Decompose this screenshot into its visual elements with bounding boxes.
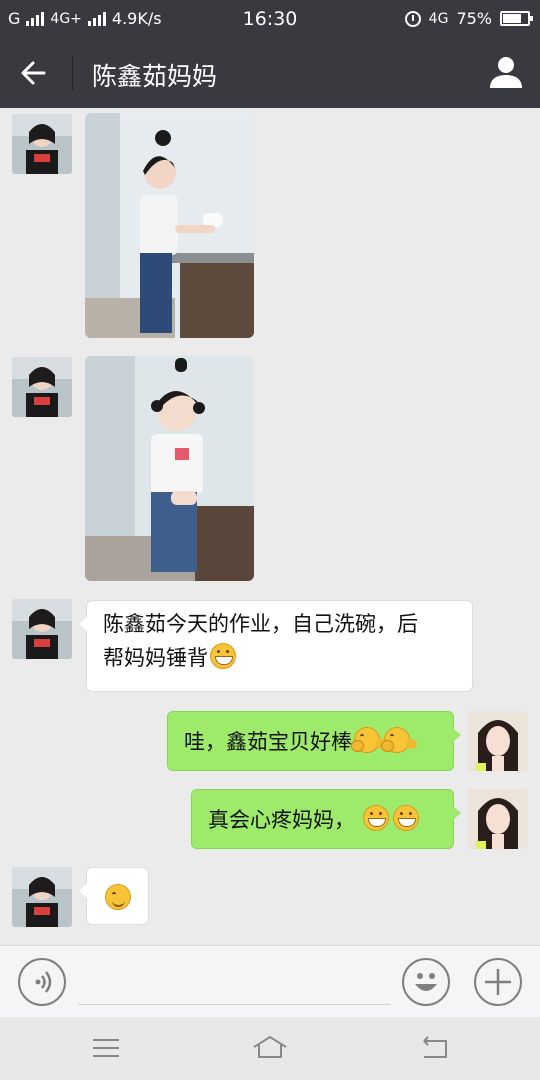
hug-emoji-icon	[351, 727, 380, 753]
message-bubble-outgoing[interactable]: 真会心疼妈妈，	[191, 789, 461, 849]
grin-emoji-icon	[393, 805, 419, 831]
message-text: 哇，鑫茹宝贝好棒	[184, 730, 352, 754]
plus-icon[interactable]	[474, 958, 522, 1006]
network-type-label: 4G	[428, 10, 449, 27]
voice-icon[interactable]	[18, 958, 66, 1006]
contact-avatar[interactable]	[12, 357, 72, 417]
contact-avatar[interactable]	[12, 867, 72, 927]
grin-emoji-icon	[363, 805, 389, 831]
message-input[interactable]	[78, 1004, 390, 1005]
user-avatar[interactable]	[468, 711, 528, 771]
alarm-icon	[404, 10, 421, 27]
message-line: 陈鑫茹今天的作业，自己洗碗，后	[103, 612, 418, 636]
menu-icon[interactable]	[88, 1033, 124, 1063]
battery-icon	[500, 11, 533, 26]
chat-header: 陈鑫茹妈妈	[0, 38, 540, 108]
emoji-icon[interactable]	[402, 958, 450, 1006]
photo-message[interactable]	[85, 356, 254, 581]
person-icon[interactable]	[486, 52, 526, 92]
return-icon[interactable]	[416, 1033, 452, 1063]
message-bubble-outgoing[interactable]: 哇，鑫茹宝贝好棒	[167, 711, 461, 771]
message-line: 帮妈妈锤背	[103, 641, 456, 675]
system-nav-bar	[0, 1017, 540, 1080]
header-divider	[72, 56, 73, 90]
input-bar	[0, 945, 540, 1017]
battery-percent: 75%	[456, 9, 492, 28]
message-line-text: 帮妈妈锤背	[103, 646, 208, 670]
smile-emoji-icon	[105, 884, 131, 910]
message-bubble-incoming[interactable]: 陈鑫茹今天的作业，自己洗碗，后 帮妈妈锤背	[79, 600, 473, 692]
chat-title: 陈鑫茹妈妈	[92, 62, 218, 91]
chat-area[interactable]: 陈鑫茹今天的作业，自己洗碗，后 帮妈妈锤背 哇，鑫茹宝贝好棒 真会心疼妈妈，	[0, 108, 540, 945]
grin-emoji-icon	[210, 643, 236, 669]
user-avatar[interactable]	[468, 789, 528, 849]
message-bubble-incoming[interactable]	[79, 867, 149, 925]
back-arrow-icon[interactable]	[14, 52, 58, 94]
status-right: 4G 75%	[404, 9, 533, 28]
home-icon[interactable]	[252, 1033, 288, 1063]
message-text: 真会心疼妈妈，	[208, 808, 355, 832]
hug-emoji-icon	[381, 727, 410, 753]
contact-avatar[interactable]	[12, 599, 72, 659]
status-bar: G 4G+ 4.9K/s 16:30 4G 75%	[0, 0, 540, 38]
contact-avatar[interactable]	[12, 114, 72, 174]
photo-message[interactable]	[85, 113, 254, 338]
